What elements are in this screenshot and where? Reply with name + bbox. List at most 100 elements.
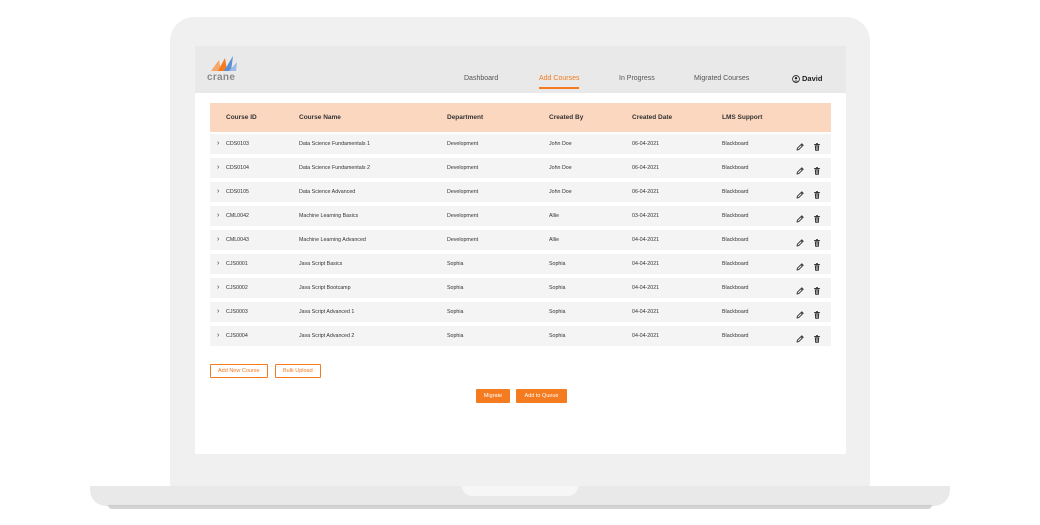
created-date-cell: 04-04-2021 bbox=[632, 285, 660, 291]
course-id-cell: CML0042 bbox=[226, 213, 249, 219]
column-created-by[interactable]: Created By bbox=[549, 114, 583, 121]
column-created-date[interactable]: Created Date bbox=[632, 114, 672, 121]
pencil-icon[interactable] bbox=[795, 187, 805, 199]
chevron-right-icon[interactable]: › bbox=[217, 332, 219, 340]
course-name-cell: Java Script Basics bbox=[299, 261, 343, 267]
course-id-cell: CJS0003 bbox=[226, 309, 248, 315]
trash-icon[interactable] bbox=[812, 235, 822, 247]
bulk-upload-button[interactable]: Bulk Upload bbox=[275, 364, 321, 378]
crane-logo[interactable]: crane bbox=[207, 56, 247, 84]
chevron-right-icon[interactable]: › bbox=[217, 236, 219, 244]
created-by-cell: Sophia bbox=[549, 309, 566, 315]
lms-support-cell: Blackboard bbox=[722, 213, 749, 219]
created-date-cell: 06-04-2021 bbox=[632, 189, 660, 195]
chevron-right-icon[interactable]: › bbox=[217, 164, 219, 172]
trash-icon[interactable] bbox=[812, 187, 822, 199]
logo-text: crane bbox=[207, 72, 236, 83]
lms-support-cell: Blackboard bbox=[722, 237, 749, 243]
table-row[interactable]: › CJS0002 Java Script Bootcamp Sophia Sophia… bbox=[210, 278, 831, 299]
app-screen: crane Dashboard Add Courses In Progress … bbox=[195, 46, 846, 454]
trash-icon[interactable] bbox=[812, 139, 822, 151]
nav-migrated-courses[interactable]: Migrated Courses bbox=[694, 75, 749, 82]
created-by-cell: Allie bbox=[549, 237, 560, 243]
created-date-cell: 03-04-2021 bbox=[632, 213, 660, 219]
nav-in-progress[interactable]: In Progress bbox=[619, 75, 655, 82]
chevron-right-icon[interactable]: › bbox=[217, 140, 219, 148]
course-id-cell: CJS0002 bbox=[226, 285, 248, 291]
trash-icon[interactable] bbox=[812, 163, 822, 175]
created-date-cell: 06-04-2021 bbox=[632, 165, 660, 171]
created-by-cell: Allie bbox=[549, 213, 560, 219]
pencil-icon[interactable] bbox=[795, 307, 805, 319]
table-row[interactable]: › CDS0105 Data Science Advanced Development… bbox=[210, 182, 831, 203]
lms-support-cell: Blackboard bbox=[722, 141, 749, 147]
trash-icon[interactable] bbox=[812, 211, 822, 223]
column-course-name[interactable]: Course Name bbox=[299, 114, 341, 121]
pencil-icon[interactable] bbox=[795, 235, 805, 247]
department-cell: Development bbox=[447, 189, 479, 195]
user-menu[interactable]: David bbox=[792, 74, 822, 83]
lms-support-cell: Blackboard bbox=[722, 333, 749, 339]
user-circle-icon bbox=[792, 74, 800, 83]
add-new-course-button[interactable]: Add New Course bbox=[210, 364, 268, 378]
chevron-right-icon[interactable]: › bbox=[217, 308, 219, 316]
course-name-cell: Data Science Fundamentals 2 bbox=[299, 165, 370, 171]
created-date-cell: 04-04-2021 bbox=[632, 333, 660, 339]
course-id-cell: CML0043 bbox=[226, 237, 249, 243]
course-name-cell: Data Science Advanced bbox=[299, 189, 356, 195]
pencil-icon[interactable] bbox=[795, 211, 805, 223]
created-by-cell: John Doe bbox=[549, 189, 572, 195]
department-cell: Sophia bbox=[447, 261, 464, 267]
crane-logo-icon bbox=[211, 56, 237, 71]
pencil-icon[interactable] bbox=[795, 283, 805, 295]
chevron-right-icon[interactable]: › bbox=[217, 260, 219, 268]
table-row[interactable]: › CJS0001 Java Script Basics Sophia Sophia 04… bbox=[210, 254, 831, 275]
created-by-cell: Sophia bbox=[549, 261, 566, 267]
created-by-cell: John Doe bbox=[549, 141, 572, 147]
trash-icon[interactable] bbox=[812, 259, 822, 271]
migrate-button[interactable]: Migrate bbox=[476, 389, 510, 403]
nav-dashboard[interactable]: Dashboard bbox=[464, 75, 498, 82]
trash-icon[interactable] bbox=[812, 283, 822, 295]
course-name-cell: Java Script Advanced 1 bbox=[299, 309, 355, 315]
course-id-cell: CDS0104 bbox=[226, 165, 249, 171]
column-lms-support[interactable]: LMS Support bbox=[722, 114, 762, 121]
table-row[interactable]: › CML0043 Machine Learning Advanced Develop… bbox=[210, 230, 831, 251]
created-by-cell: John Doe bbox=[549, 165, 572, 171]
chevron-right-icon[interactable]: › bbox=[217, 284, 219, 292]
chevron-right-icon[interactable]: › bbox=[217, 212, 219, 220]
trash-icon[interactable] bbox=[812, 331, 822, 343]
lms-support-cell: Blackboard bbox=[722, 309, 749, 315]
table-row[interactable]: › CJS0004 Java Script Advanced 2 Sophia Soph… bbox=[210, 326, 831, 347]
laptop-base-shadow bbox=[108, 505, 932, 509]
table-row[interactable]: › CDS0104 Data Science Fundamentals 2 Devel… bbox=[210, 158, 831, 179]
lms-support-cell: Blackboard bbox=[722, 165, 749, 171]
pencil-icon[interactable] bbox=[795, 163, 805, 175]
pencil-icon[interactable] bbox=[795, 139, 805, 151]
user-name: David bbox=[802, 74, 823, 83]
trash-icon[interactable] bbox=[812, 307, 822, 319]
column-course-id[interactable]: Course ID bbox=[226, 114, 257, 121]
course-id-cell: CDS0103 bbox=[226, 141, 249, 147]
course-id-cell: CDS0105 bbox=[226, 189, 249, 195]
table-row[interactable]: › CML0042 Machine Learning Basics Developme… bbox=[210, 206, 831, 227]
pencil-icon[interactable] bbox=[795, 259, 805, 271]
pencil-icon[interactable] bbox=[795, 331, 805, 343]
chevron-right-icon[interactable]: › bbox=[217, 188, 219, 196]
department-cell: Development bbox=[447, 141, 479, 147]
department-cell: Sophia bbox=[447, 333, 464, 339]
table-header: Course ID Course Name Department Created… bbox=[210, 103, 831, 132]
course-name-cell: Java Script Advanced 2 bbox=[299, 333, 355, 339]
department-cell: Sophia bbox=[447, 285, 464, 291]
course-id-cell: CJS0004 bbox=[226, 333, 248, 339]
nav-add-courses[interactable]: Add Courses bbox=[539, 75, 580, 89]
course-name-cell: Java Script Bootcamp bbox=[299, 285, 351, 291]
add-to-queue-button[interactable]: Add to Queue bbox=[516, 389, 567, 403]
lms-support-cell: Blackboard bbox=[722, 285, 749, 291]
table-row[interactable]: › CJS0003 Java Script Advanced 1 Sophia Soph… bbox=[210, 302, 831, 323]
laptop-base-notch bbox=[462, 486, 578, 496]
column-department[interactable]: Department bbox=[447, 114, 483, 121]
lms-support-cell: Blackboard bbox=[722, 261, 749, 267]
created-date-cell: 04-04-2021 bbox=[632, 261, 660, 267]
table-row[interactable]: › CDS0103 Data Science Fundamentals 1 Devel… bbox=[210, 134, 831, 155]
